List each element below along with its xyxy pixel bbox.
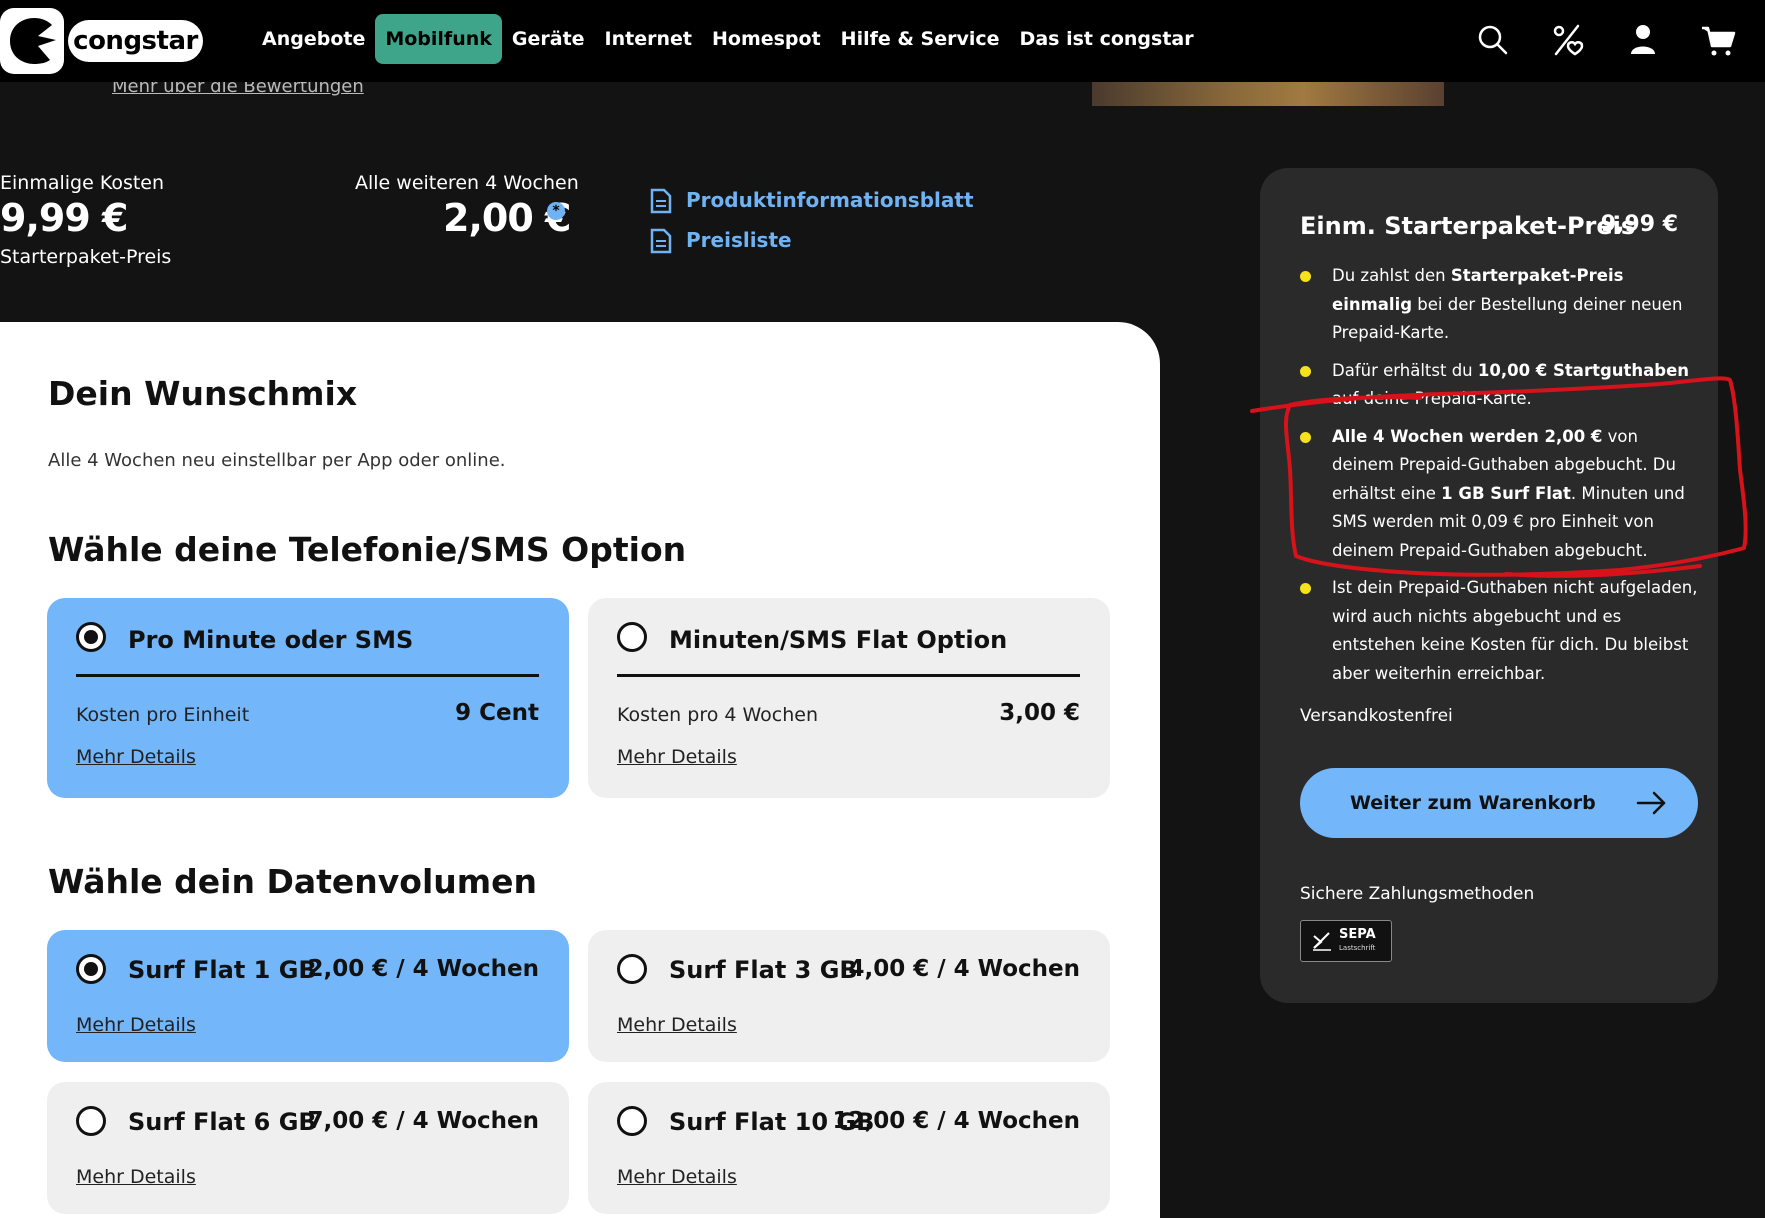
search-icon[interactable] [1475,22,1511,58]
nav-mobilfunk[interactable]: Mobilfunk [375,14,502,64]
once-cost-sub: Starterpaket-Preis [0,246,172,268]
more-details-link[interactable]: Mehr Details [617,1166,737,1188]
preisliste-label: Preisliste [686,228,792,252]
option-title: Surf Flat 6 GB [128,1108,317,1136]
option-title: Minuten/SMS Flat Option [669,626,1008,654]
shipping-note: Versandkostenfrei [1300,706,1453,726]
more-details-link[interactable]: Mehr Details [617,1014,737,1036]
option-price: 12,00 € / 4 Wochen [832,1108,1080,1134]
document-icon [650,228,672,254]
summary-bullets: Du zahlst den Starterpaket-Preis einmali… [1300,262,1700,697]
sepa-title: SEPA [1339,926,1376,942]
radio-selected[interactable] [76,954,106,984]
data-option-10gb[interactable]: Surf Flat 10 GB 12,00 € / 4 Wochen Mehr … [588,1082,1110,1214]
radio-unselected[interactable] [617,1106,647,1136]
nav-homespot[interactable]: Homespot [702,14,831,64]
divider [76,674,539,677]
option-title: Surf Flat 1 GB [128,956,317,984]
telephony-heading: Wähle deine Telefonie/SMS Option [48,530,687,569]
option-cost-label: Kosten pro 4 Wochen [617,704,819,726]
option-price: 9 Cent [455,700,539,726]
preisliste-link[interactable]: Preisliste [650,226,792,254]
option-cost-label: Kosten pro Einheit [76,704,250,726]
more-details-link[interactable]: Mehr Details [76,746,196,768]
top-header: congstar Angebote Mobilfunk Geräte Inter… [0,0,1765,82]
sepa-logo-icon [1313,932,1331,951]
telephony-option-flat[interactable]: Minuten/SMS Flat Option Kosten pro 4 Woc… [588,598,1110,798]
data-heading: Wähle dein Datenvolumen [48,862,538,901]
document-icon [650,188,672,214]
once-cost-label: Einmalige Kosten [0,172,165,194]
cart-icon[interactable] [1700,22,1736,58]
main-nav: Angebote Mobilfunk Geräte Internet Homes… [252,14,1204,64]
telephony-option-per-minute[interactable]: Pro Minute oder SMS Kosten pro Einheit 9… [47,598,569,798]
recurring-cost-label: Alle weiteren 4 Wochen [355,172,579,194]
congstar-logo-icon[interactable] [0,8,64,74]
radio-unselected[interactable] [76,1106,106,1136]
more-details-link[interactable]: Mehr Details [617,746,737,768]
sepa-subtitle: Lastschrift [1339,943,1376,952]
price-summary-panel: Einm. Starterpaket-Preis 9,99 € Du zahls… [1260,168,1718,1003]
data-option-3gb[interactable]: Surf Flat 3 GB 4,00 € / 4 Wochen Mehr De… [588,930,1110,1062]
bullet-item: Du zahlst den Starterpaket-Preis einmali… [1300,262,1700,348]
radio-selected[interactable] [76,622,106,652]
option-price: 2,00 € / 4 Wochen [307,956,539,982]
cta-label: Weiter zum Warenkorb [1350,792,1596,814]
nav-angebote[interactable]: Angebote [252,14,375,64]
data-option-6gb[interactable]: Surf Flat 6 GB 7,00 € / 4 Wochen Mehr De… [47,1082,569,1214]
bullet-item: Dafür erhältst du 10,00 € Startguthaben … [1300,357,1700,414]
summary-price: 9,99 € [1600,212,1678,237]
congstar-logo-text[interactable]: congstar [68,20,203,62]
nav-geraete[interactable]: Geräte [502,14,595,64]
wunschmix-subtitle: Alle 4 Wochen neu einstellbar per App od… [48,450,506,471]
info-asterisk-icon[interactable]: * [547,202,565,220]
divider [617,674,1080,677]
more-details-link[interactable]: Mehr Details [76,1166,196,1188]
arrow-right-icon [1636,791,1666,815]
once-cost-value: 9,99 € [0,196,128,240]
radio-unselected[interactable] [617,954,647,984]
wunschmix-title: Dein Wunschmix [48,374,358,413]
summary-title: Einm. Starterpaket-Preis [1300,212,1636,240]
bullet-item: Alle 4 Wochen werden 2,00 € von deinem P… [1300,423,1700,566]
percent-heart-icon[interactable] [1550,22,1586,58]
option-price: 7,00 € / 4 Wochen [307,1108,539,1134]
nav-hilfe-service[interactable]: Hilfe & Service [831,14,1010,64]
nav-das-ist-congstar[interactable]: Das ist congstar [1010,14,1204,64]
bullet-item: Ist dein Prepaid-Guthaben nicht aufgelad… [1300,574,1700,688]
radio-unselected[interactable] [617,622,647,652]
option-price: 4,00 € / 4 Wochen [848,956,1080,982]
produktinformationsblatt-label: Produktinformationsblatt [686,188,974,212]
wunschmix-card: Dein Wunschmix Alle 4 Wochen neu einstel… [0,322,1160,1218]
option-title: Surf Flat 3 GB [669,956,858,984]
produktinformationsblatt-link[interactable]: Produktinformationsblatt [650,186,974,214]
user-icon[interactable] [1625,22,1661,58]
weiter-zum-warenkorb-button[interactable]: Weiter zum Warenkorb [1300,768,1698,838]
option-price: 3,00 € [999,700,1080,726]
nav-internet[interactable]: Internet [595,14,702,64]
sepa-badge: SEPA Lastschrift [1300,920,1392,962]
data-option-1gb[interactable]: Surf Flat 1 GB 2,00 € / 4 Wochen Mehr De… [47,930,569,1062]
payment-methods-label: Sichere Zahlungsmethoden [1300,884,1535,904]
reviews-link[interactable]: Mehr über die Bewertungen [112,82,364,102]
option-title: Pro Minute oder SMS [128,626,414,654]
hero-image-fragment [1092,82,1444,106]
more-details-link[interactable]: Mehr Details [76,1014,196,1036]
